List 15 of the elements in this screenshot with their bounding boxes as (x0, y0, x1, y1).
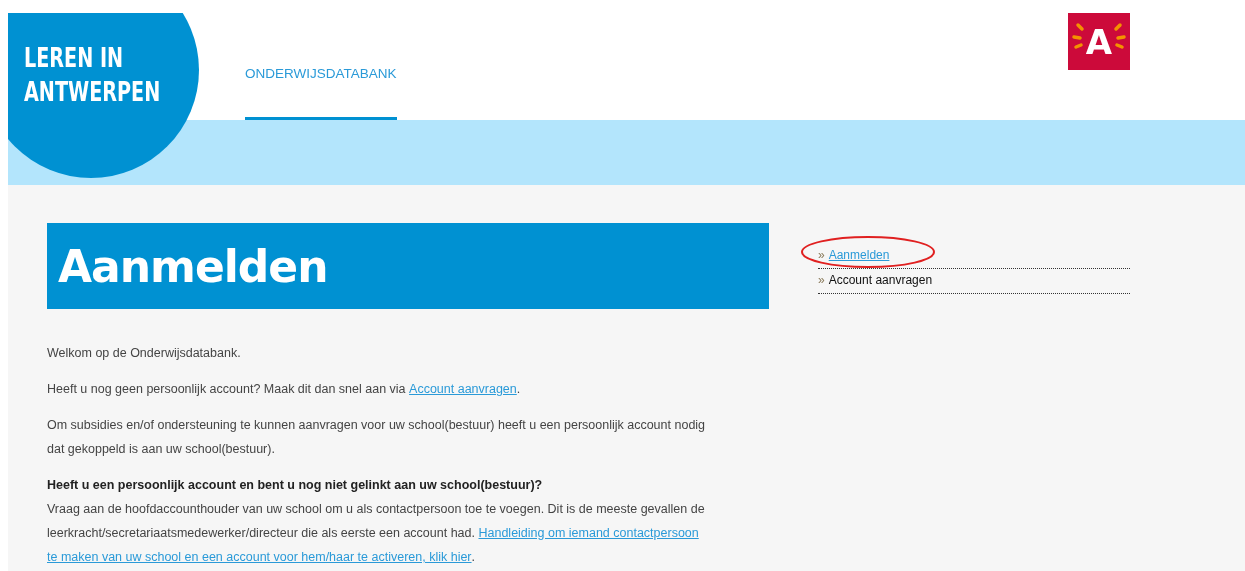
text-link[interactable]: Account aanvragen (409, 377, 517, 401)
chevron-marker: » (818, 273, 825, 287)
paragraph: Om subsidies en/of ondersteuning te kunnen aanvragen voor uw school(bestuur) heeft u een persoonlijk account nodig dat gekoppeld is aan uw school(bestuur). (47, 417, 707, 458)
sidebar-link[interactable]: Account aanvragen (828, 273, 933, 287)
chevron-marker: » (818, 248, 825, 262)
brand-logo[interactable]: LEREN IN ANTWERPEN (24, 41, 161, 109)
city-logo[interactable]: A (1068, 13, 1130, 70)
sidebar-link[interactable]: Aanmelden (828, 248, 890, 262)
page-title: Aanmelden (47, 223, 769, 309)
paragraph: Welkom op de Onderwijsdatabank. (47, 345, 242, 362)
paragraph: Heeft u nog geen persoonlijk account? Maak dit dan snel aan via Account aanvragen. (47, 377, 712, 401)
paragraph-heading: Heeft u een persoonlijk account en bent u nog niet gelinkt aan uw school(bestuur)? (47, 477, 544, 494)
text-link[interactable]: Handleiding om iemand contactpersoon (478, 521, 699, 545)
paragraph: Heeft u een persoonlijk account en bent u nog niet gelinkt aan uw school(bestuur)? Vraag aan de hoofdaccounthouder van uw school om u als contactpersoon toe te voegen. Dit is de meeste gevallen de leerkracht/secretariaatsmedewerker/directeur die als eerste een account had. Handleiding om iemand contactpersoon te maken van uw school en een account voor hem/haar te activeren, klik hier. (47, 473, 712, 569)
text-link[interactable]: te maken van uw school en een account voor hem/haar te activeren, klik hier (47, 545, 472, 569)
